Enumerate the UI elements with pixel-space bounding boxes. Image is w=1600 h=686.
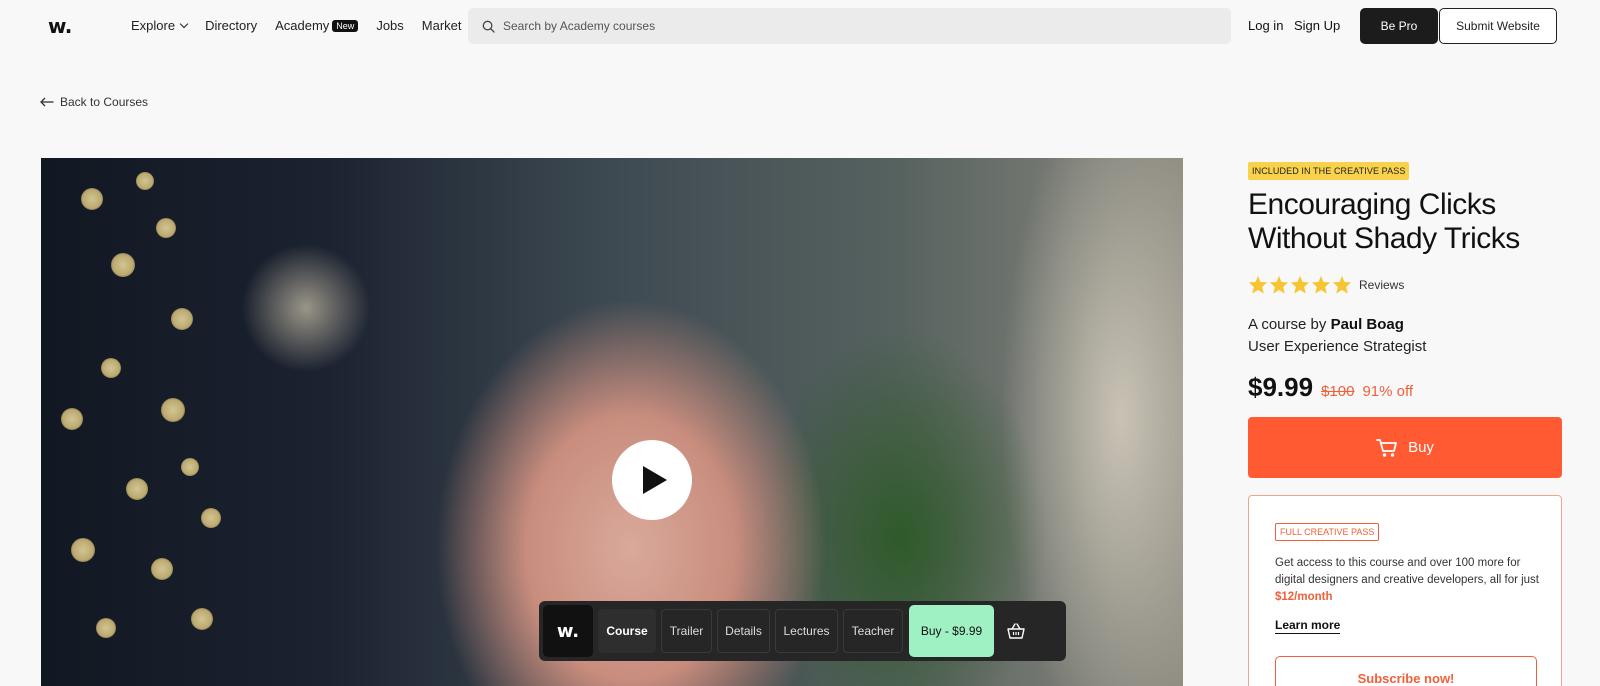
tab-lectures[interactable]: Lectures xyxy=(775,609,838,653)
submit-website-button[interactable]: Submit Website xyxy=(1439,8,1557,44)
main-nav: Explore Directory Academy New Jobs Marke… xyxy=(131,18,480,33)
nav-item-market[interactable]: Market xyxy=(422,18,462,33)
search-input[interactable] xyxy=(503,19,1103,33)
course-title: Encouraging Clicks Without Shady Tricks xyxy=(1248,188,1520,255)
star-icon xyxy=(1290,275,1310,294)
bokeh-light xyxy=(181,458,199,476)
video-buy-button[interactable]: Buy - $9.99 xyxy=(909,605,994,657)
creative-pass-included-badge: INCLUDED IN THE CREATIVE PASS xyxy=(1248,162,1410,180)
nav-item-academy[interactable]: Academy New xyxy=(275,18,359,33)
search-icon xyxy=(482,20,495,33)
creative-pass-description: Get access to this course and over 100 m… xyxy=(1275,557,1540,603)
tab-details[interactable]: Details xyxy=(717,609,770,653)
tab-trailer[interactable]: Trailer xyxy=(661,609,712,653)
bokeh-light xyxy=(61,408,83,430)
search-bar[interactable] xyxy=(468,8,1231,44)
arrow-left-icon xyxy=(40,97,54,107)
bokeh-light xyxy=(81,188,103,210)
bokeh-light xyxy=(101,358,121,378)
top-navigation: w. Explore Directory Academy New Jobs Ma… xyxy=(0,0,1600,52)
video-bar-logo[interactable]: w. xyxy=(543,605,593,657)
tab-course[interactable]: Course xyxy=(598,609,656,653)
original-price: $100 xyxy=(1321,383,1355,400)
star-icon xyxy=(1311,275,1331,294)
cart-icon xyxy=(1376,438,1397,457)
bokeh-light xyxy=(161,398,185,422)
play-icon xyxy=(642,466,667,494)
basket-button[interactable] xyxy=(996,605,1036,657)
tab-teacher[interactable]: Teacher xyxy=(843,609,903,653)
bokeh-light xyxy=(151,558,173,580)
bokeh-light xyxy=(171,308,193,330)
basket-icon xyxy=(1007,623,1025,639)
bokeh-light xyxy=(201,508,221,528)
bokeh-light xyxy=(111,253,135,277)
nav-item-directory[interactable]: Directory xyxy=(205,18,257,33)
bokeh-light xyxy=(71,538,95,562)
full-creative-pass-badge: FULL CREATIVE PASS xyxy=(1275,523,1380,541)
bokeh-light xyxy=(156,218,176,238)
signup-link[interactable]: Sign Up xyxy=(1294,18,1340,33)
course-video[interactable]: w. Course Trailer Details Lectures Teach… xyxy=(41,158,1183,686)
reviews-link[interactable]: Reviews xyxy=(1359,278,1404,292)
nav-item-jobs[interactable]: Jobs xyxy=(376,18,403,33)
video-control-bar: w. Course Trailer Details Lectures Teach… xyxy=(539,601,1066,661)
star-icon xyxy=(1332,275,1352,294)
login-link[interactable]: Log in xyxy=(1248,18,1283,33)
subscribe-button[interactable]: Subscribe now! xyxy=(1275,656,1537,686)
current-price: $9.99 xyxy=(1248,372,1314,402)
star-icon xyxy=(1269,275,1289,294)
course-author-line: A course by Paul Boag xyxy=(1248,316,1404,333)
star-icon xyxy=(1248,275,1268,294)
price-block: $9.99 $100 91% off xyxy=(1248,372,1413,403)
bokeh-light xyxy=(136,172,154,190)
play-button[interactable] xyxy=(612,440,692,520)
bokeh-light xyxy=(126,478,148,500)
discount-label: 91% off xyxy=(1362,383,1414,400)
back-to-courses-link[interactable]: Back to Courses xyxy=(40,95,148,109)
bokeh-light xyxy=(96,618,116,638)
nav-item-explore[interactable]: Explore xyxy=(131,18,189,33)
be-pro-button[interactable]: Be Pro xyxy=(1360,8,1438,44)
new-badge: New xyxy=(332,19,359,32)
buy-button[interactable]: Buy xyxy=(1248,417,1562,478)
bokeh-light xyxy=(191,608,213,630)
author-role: User Experience Strategist xyxy=(1248,338,1427,355)
author-name[interactable]: Paul Boag xyxy=(1331,316,1404,333)
learn-more-link[interactable]: Learn more xyxy=(1275,618,1341,634)
rating[interactable]: Reviews xyxy=(1248,275,1404,294)
creative-pass-price: $12/month xyxy=(1275,591,1333,603)
creative-pass-card: FULL CREATIVE PASS Get access to this co… xyxy=(1248,495,1562,686)
chevron-down-icon xyxy=(179,19,189,28)
site-logo[interactable]: w. xyxy=(48,14,72,38)
